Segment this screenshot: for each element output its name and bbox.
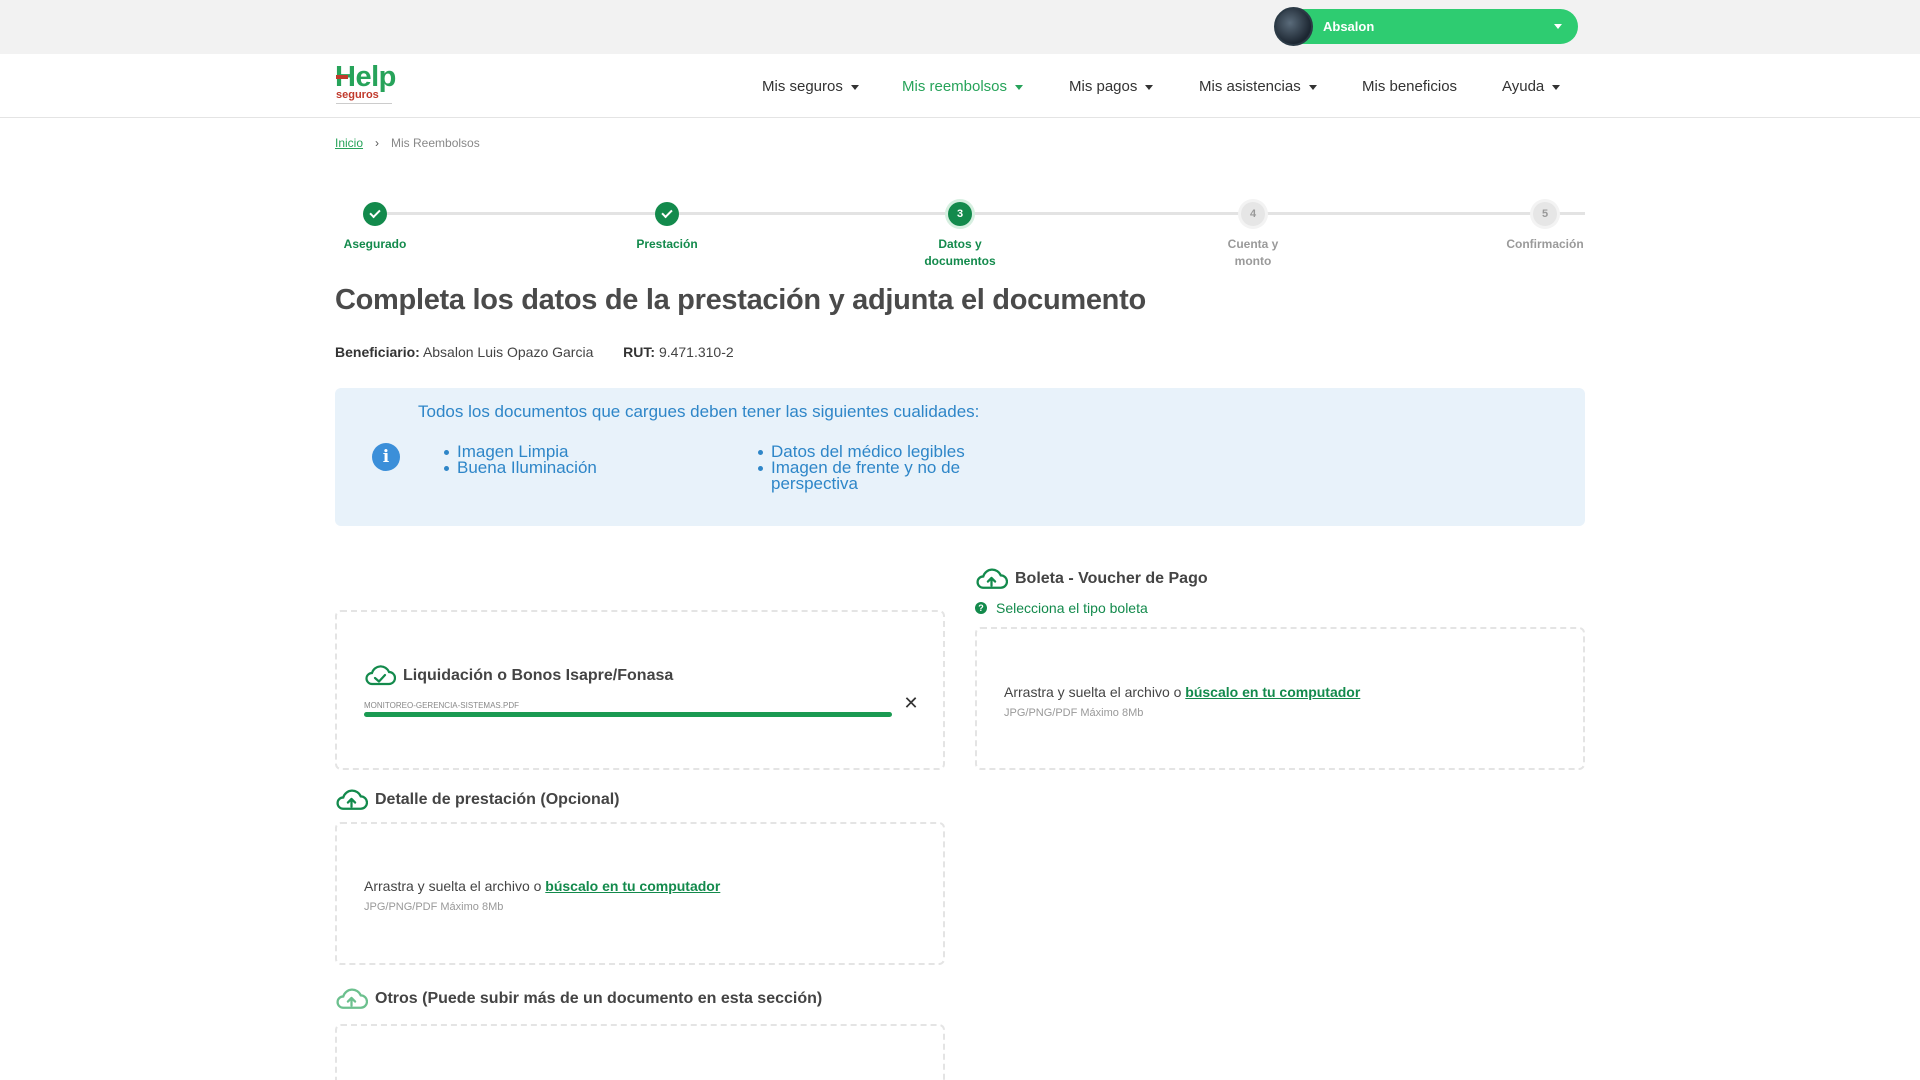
section-title-text: Otros (Puede subir más de un documento e… (375, 989, 823, 1007)
beneficiary-value: Absalon Luis Opazo Garcia (422, 344, 594, 360)
boleta-title: Boleta - Voucher de Pago (975, 566, 1208, 591)
chevron-down-icon (1552, 84, 1561, 90)
check-icon (661, 206, 673, 219)
user-menu-button[interactable]: Absalon (1274, 7, 1578, 46)
cloud-upload-icon (976, 568, 1008, 589)
step-prestacion: Prestación (597, 198, 737, 253)
upload-progress-fill (364, 712, 892, 717)
detalle-dropzone[interactable]: Arrastra y suelta el archivo o búscalo e… (335, 822, 945, 965)
cloud-upload-icon (336, 789, 368, 810)
drop-instructions: Arrastra y suelta el archivo o búscalo e… (1004, 684, 1360, 700)
nav-mis-seguros[interactable]: Mis seguros (762, 78, 859, 95)
step-done-indicator (363, 202, 387, 226)
step-label: Prestación (636, 237, 698, 251)
breadcrumb-home-link[interactable]: Inicio (335, 136, 363, 150)
cloud-upload-icon (336, 988, 368, 1009)
close-icon[interactable]: ✕ (903, 694, 919, 712)
step-label: Confirmación (1506, 237, 1584, 251)
nav-label: Mis asistencias (1199, 78, 1301, 95)
liquidacion-title: Liquidación o Bonos Isapre/Fonasa (364, 664, 673, 688)
logo-underline (336, 103, 392, 104)
question-icon: ? (975, 602, 987, 614)
rut-label: RUT: (623, 344, 656, 360)
requirements-list-2: Datos del médico legibles Imagen de fren… (756, 443, 1016, 492)
nav-label: Ayuda (1502, 78, 1545, 95)
step-done-indicator (655, 202, 679, 226)
chevron-down-icon (1015, 84, 1024, 90)
section-title-text: Boleta - Voucher de Pago (1015, 569, 1208, 587)
nav-label: Mis beneficios (1362, 78, 1458, 95)
nav-mis-asistencias[interactable]: Mis asistencias (1199, 78, 1317, 95)
browse-computer-link[interactable]: búscalo en tu computador (1185, 684, 1360, 700)
drop-instructions: Arrastra y suelta el archivo o búscalo e… (364, 878, 720, 894)
progress-stepper: Asegurado Prestación 3 Datos y documento… (335, 198, 1595, 278)
beneficiary-label: Beneficiario: (335, 344, 420, 360)
breadcrumb-separator: › (375, 136, 380, 150)
drop-text: Arrastra y suelta el archivo o (1004, 684, 1186, 700)
step-datos-documentos: 3 Datos y documentos (890, 198, 1030, 270)
breadcrumb-current: Mis Reembolsos (391, 136, 480, 150)
document-requirements-box: i Todos los documentos que cargues deben… (335, 388, 1585, 526)
step-label: Cuenta y monto (1227, 237, 1279, 268)
main-navbar: Help seguros Mis seguros Mis reembolsos … (0, 54, 1920, 118)
drop-text: Arrastra y suelta el archivo o (364, 878, 546, 894)
requirements-list-1: Imagen Limpia Buena Iluminación (442, 443, 597, 476)
user-name: Absalon (1323, 19, 1375, 34)
step-number: 4 (1241, 202, 1265, 226)
chevron-down-icon (1308, 84, 1317, 90)
nav-menu: Mis seguros Mis reembolsos Mis pagos Mis… (0, 78, 1920, 98)
chevron-down-icon (850, 84, 859, 90)
browse-computer-link[interactable]: búscalo en tu computador (545, 878, 720, 894)
step-asegurado: Asegurado (305, 198, 445, 253)
requirements-title: Todos los documentos que cargues deben t… (418, 402, 980, 421)
chevron-down-icon (1554, 24, 1562, 29)
liquidacion-dropzone[interactable]: Liquidación o Bonos Isapre/Fonasa MONITO… (335, 610, 945, 770)
select-boleta-type[interactable]: ? Selecciona el tipo boleta (975, 600, 1148, 616)
nav-mis-pagos[interactable]: Mis pagos (1069, 78, 1154, 95)
step-number: 5 (1533, 202, 1557, 226)
check-icon (369, 206, 381, 219)
uploaded-file-name: MONITOREO-GERENCIA-SISTEMAS.pdf (364, 701, 519, 710)
nav-ayuda[interactable]: Ayuda (1502, 78, 1561, 95)
upload-progress-bar (364, 712, 892, 717)
file-format-hint: JPG/PNG/PDF Máximo 8Mb (364, 901, 504, 913)
rut-value: 9.471.310-2 (658, 344, 734, 360)
breadcrumb: Inicio › Mis Reembolsos (335, 136, 480, 150)
detalle-title: Detalle de prestación (Opcional) (335, 787, 620, 812)
section-title-text: Detalle de prestación (Opcional) (375, 790, 620, 808)
requirement-item: Buena Iluminación (442, 459, 597, 476)
step-confirmacion: 5 Confirmación (1475, 198, 1615, 253)
page-title: Completa los datos de la prestación y ad… (335, 284, 1146, 316)
otros-title: Otros (Puede subir más de un documento e… (335, 986, 822, 1011)
nav-label: Mis pagos (1069, 78, 1138, 95)
file-format-hint: JPG/PNG/PDF Máximo 8Mb (1004, 707, 1144, 719)
requirement-item: Imagen de frente y no de perspectiva (756, 459, 1016, 492)
otros-dropzone[interactable] (335, 1024, 945, 1080)
boleta-dropzone[interactable]: Arrastra y suelta el archivo o búscalo e… (975, 627, 1585, 770)
step-number: 3 (948, 202, 972, 226)
chevron-down-icon (1145, 84, 1154, 90)
beneficiary-info: Beneficiario: Absalon Luis Opazo Garcia … (335, 344, 734, 360)
avatar (1274, 7, 1313, 46)
top-bar: Absalon (0, 0, 1920, 54)
nav-label: Mis reembolsos (902, 78, 1008, 95)
cloud-check-icon (365, 665, 396, 686)
nav-mis-beneficios[interactable]: Mis beneficios (1362, 78, 1457, 95)
section-title-text: Liquidación o Bonos Isapre/Fonasa (403, 667, 674, 684)
step-label: Asegurado (343, 237, 407, 251)
nav-mis-reembolsos[interactable]: Mis reembolsos (902, 78, 1024, 95)
nav-label: Mis seguros (762, 78, 843, 95)
step-cuenta-monto: 4 Cuenta y monto (1183, 198, 1323, 270)
select-boleta-label: Selecciona el tipo boleta (996, 600, 1148, 616)
info-icon: i (372, 443, 400, 471)
step-label: Datos y documentos (924, 237, 996, 268)
